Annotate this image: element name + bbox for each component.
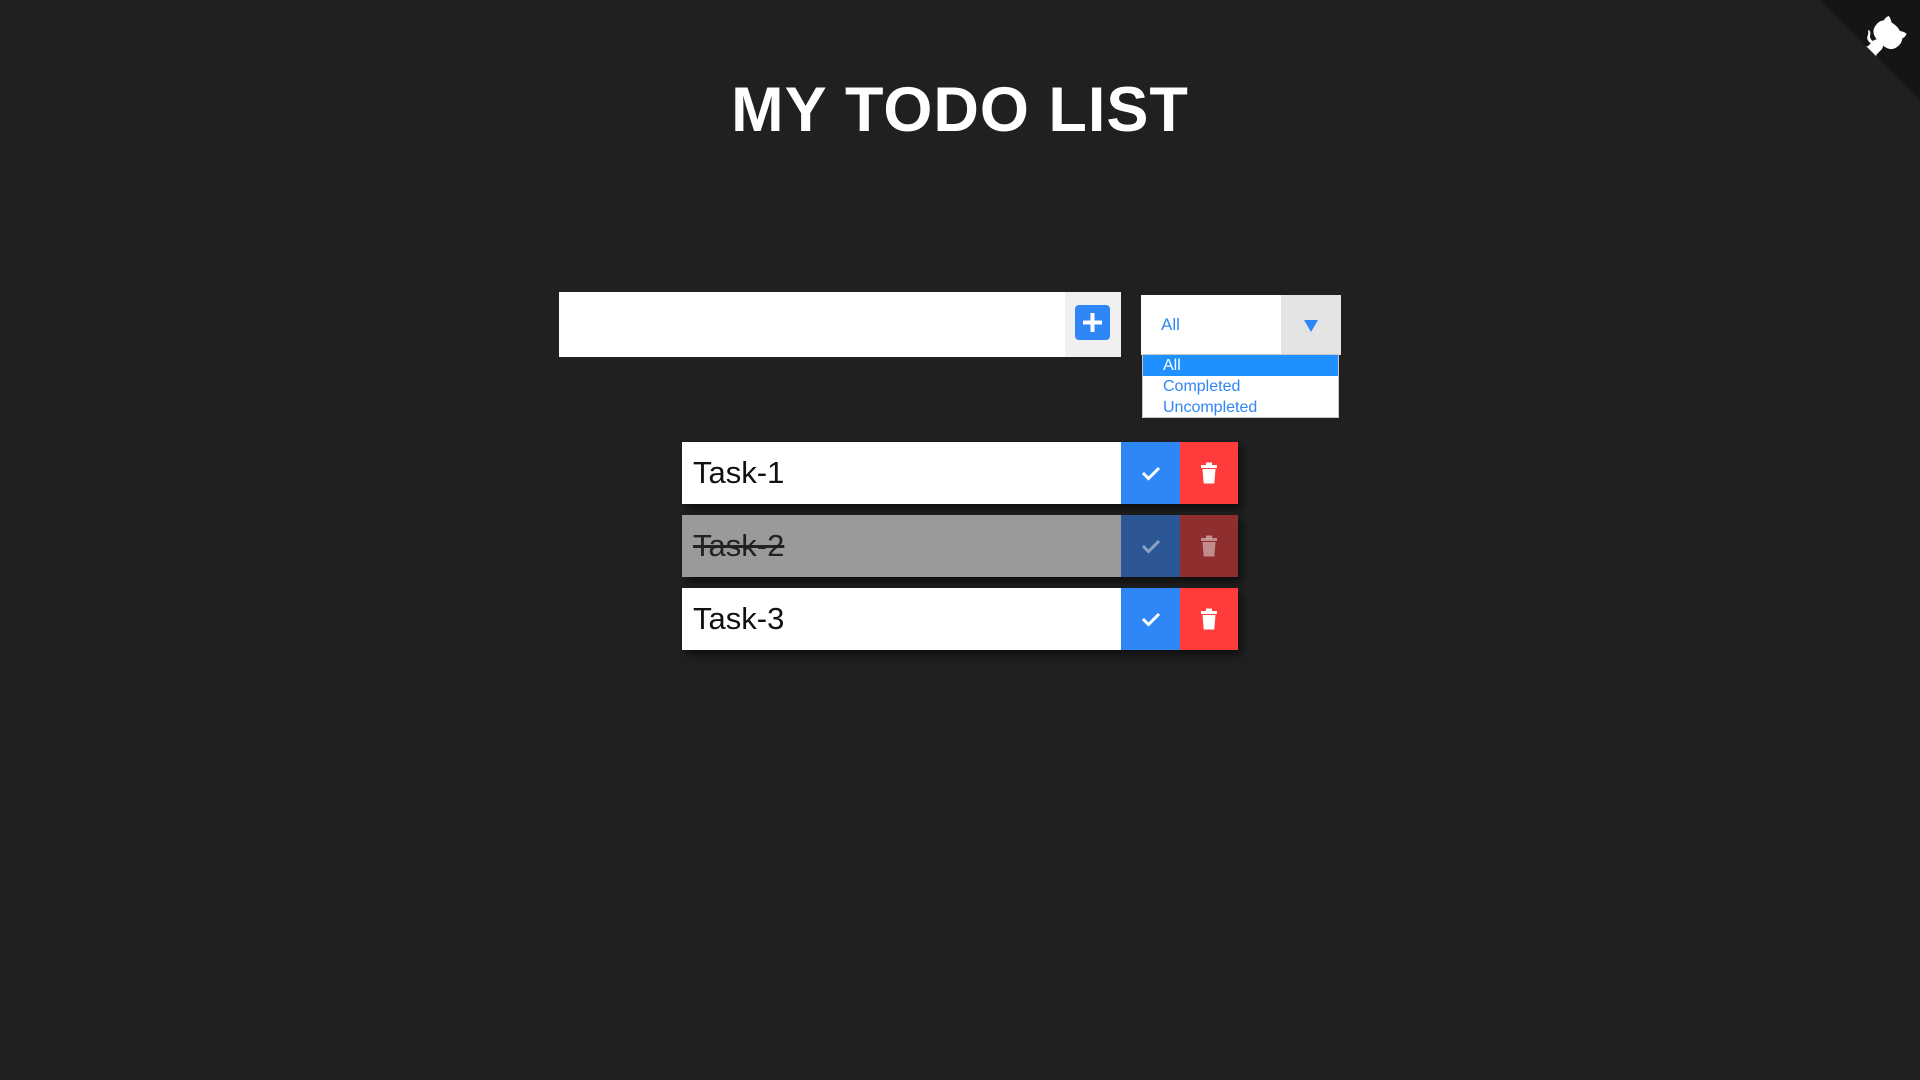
todo-item: Task-1	[682, 442, 1238, 504]
todo-item-completed: Task-2	[682, 515, 1238, 577]
github-corner-link[interactable]	[1820, 0, 1920, 100]
trash-icon	[1201, 535, 1217, 557]
filter-option-uncompleted[interactable]: Uncompleted	[1143, 397, 1338, 418]
complete-button[interactable]	[1121, 588, 1180, 650]
complete-button[interactable]	[1121, 515, 1180, 577]
page: MY TODO LIST All All Completed Uncomplet…	[0, 0, 1920, 1080]
todo-text: Task-3	[693, 601, 785, 636]
filter-option-completed[interactable]: Completed	[1143, 376, 1338, 397]
filter-dropdown-arrow[interactable]	[1281, 295, 1341, 355]
triangle-down-icon	[1304, 320, 1318, 332]
todo-text: Task-2	[693, 528, 785, 563]
trash-icon	[1201, 608, 1217, 630]
filter-selected-value: All	[1161, 315, 1180, 334]
filter-option-all[interactable]: All	[1143, 355, 1338, 376]
plus-icon	[1075, 305, 1110, 340]
add-todo-button[interactable]	[1065, 292, 1121, 357]
page-title: MY TODO LIST	[731, 75, 1189, 145]
todo-input[interactable]	[559, 292, 1065, 357]
trash-icon	[1201, 462, 1217, 484]
todo-text: Task-1	[693, 455, 785, 490]
github-octocat-icon	[1820, 0, 1920, 100]
delete-button[interactable]	[1180, 442, 1238, 504]
todo-item: Task-3	[682, 588, 1238, 650]
todo-input-container	[559, 292, 1121, 357]
filter-dropdown-list: All Completed Uncompleted	[1142, 354, 1339, 418]
delete-button[interactable]	[1180, 588, 1238, 650]
check-icon	[1141, 539, 1160, 554]
filter-select[interactable]: All	[1141, 295, 1341, 355]
check-icon	[1141, 612, 1160, 627]
check-icon	[1141, 466, 1160, 481]
delete-button[interactable]	[1180, 515, 1238, 577]
complete-button[interactable]	[1121, 442, 1180, 504]
